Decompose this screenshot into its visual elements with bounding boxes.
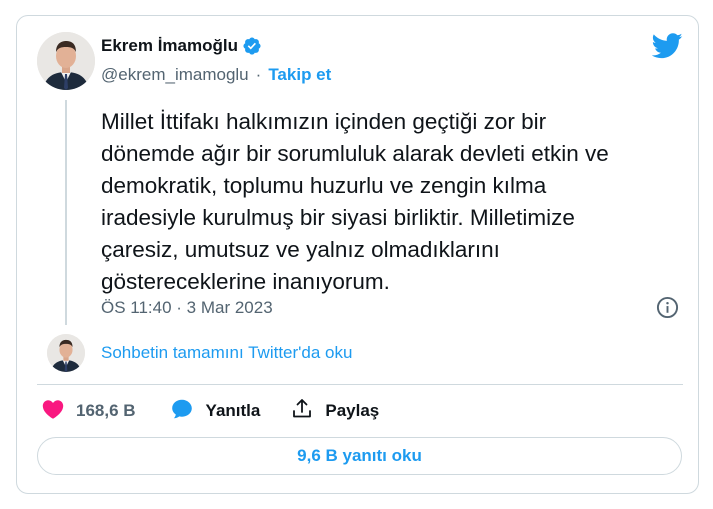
author-avatar[interactable]	[37, 32, 95, 90]
tweet-actions: 168,6 B Yanıtla Paylaş	[37, 398, 379, 424]
author-name-row[interactable]: Ekrem İmamoğlu	[101, 36, 262, 56]
twitter-bird-icon[interactable]	[651, 33, 683, 59]
like-button[interactable]: 168,6 B	[41, 397, 136, 426]
thread-connector-line	[65, 100, 67, 325]
author-handle[interactable]: @ekrem_imamoglu	[101, 65, 249, 85]
author-name[interactable]: Ekrem İmamoğlu	[101, 36, 238, 56]
author-avatar-small[interactable]	[47, 334, 85, 372]
read-conversation-link[interactable]: Sohbetin tamamını Twitter'da oku	[101, 343, 352, 363]
like-count: 168,6 B	[76, 401, 136, 420]
separator-dot: ·	[255, 65, 262, 84]
reply-label: Yanıtla	[205, 401, 261, 420]
follow-button[interactable]: Takip et	[268, 65, 331, 85]
share-button[interactable]: Paylaş	[290, 397, 379, 426]
verified-badge-icon	[242, 36, 262, 56]
author-handle-row: @ekrem_imamoglu · Takip et	[101, 65, 331, 85]
share-upload-icon	[290, 397, 314, 426]
info-icon[interactable]	[656, 296, 679, 319]
tweet-text: Millet İttifakı halkımızın içinden geçti…	[101, 109, 609, 294]
read-replies-button[interactable]: 9,6 B yanıtı oku	[37, 437, 682, 475]
heart-icon	[41, 397, 65, 426]
share-label: Paylaş	[325, 401, 380, 420]
tweet-timestamp[interactable]: ÖS 11:40 · 3 Mar 2023	[101, 298, 273, 318]
divider	[37, 384, 683, 385]
speech-bubble-icon	[170, 397, 194, 426]
reply-button[interactable]: Yanıtla	[170, 397, 261, 426]
